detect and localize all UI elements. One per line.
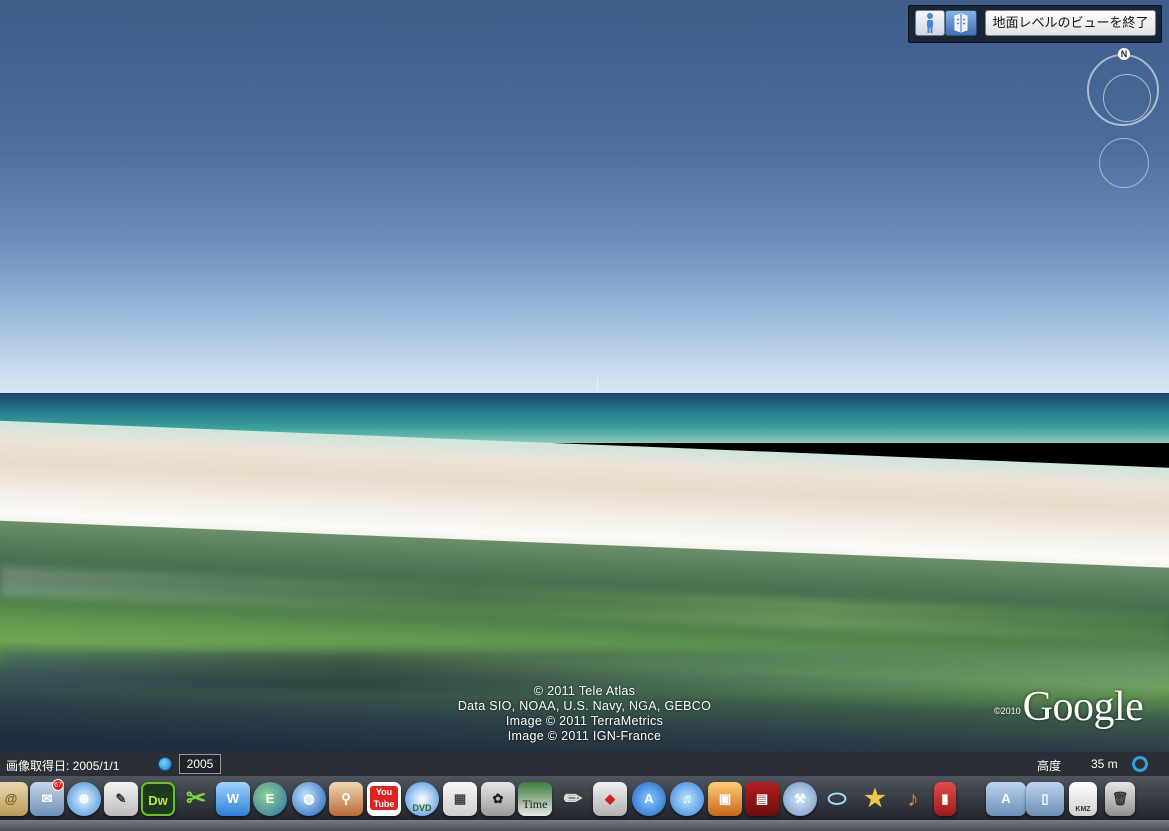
- street-view-button[interactable]: [915, 10, 945, 36]
- preview-icon[interactable]: ⚲: [329, 782, 363, 816]
- itunes-icon[interactable]: ♫: [670, 782, 704, 816]
- dock: @ ✉ 67 ⊕ ✎ Dw ✂ W E ◍ ⚲ You Tube DVD ▦ ✿…: [0, 776, 1169, 831]
- fetch-icon[interactable]: ✂: [179, 782, 213, 816]
- sticker-icon[interactable]: ◆: [593, 782, 627, 816]
- photo-viewer-icon[interactable]: ▤: [745, 782, 779, 816]
- earth-3d-view[interactable]: © 2011 Tele Atlas Data SIO, NOAA, U.S. N…: [0, 0, 1169, 752]
- dvd-label: DVD: [412, 803, 432, 813]
- dvd-player-icon[interactable]: DVD: [405, 782, 439, 816]
- dock-shelf: [0, 820, 1169, 831]
- status-bar: 画像取得日: 2005/1/1 2005 高度 35 m: [0, 752, 1169, 776]
- youtube-label: You Tube: [370, 786, 398, 810]
- iphoto-icon[interactable]: ✿: [481, 782, 515, 816]
- mail-badge: 67: [52, 779, 64, 791]
- time-label: Time: [522, 797, 548, 811]
- look-joystick-center[interactable]: [1103, 74, 1151, 122]
- image-capture-icon[interactable]: ▣: [708, 782, 742, 816]
- photo-booth-icon[interactable]: ▦: [443, 782, 477, 816]
- navigation-controls: N: [1085, 48, 1165, 198]
- north-button[interactable]: N: [1118, 48, 1130, 60]
- trash-icon[interactable]: 🗑: [1105, 782, 1135, 816]
- transmit-icon[interactable]: ⬭: [820, 782, 854, 816]
- youtube-icon[interactable]: You Tube: [367, 782, 401, 816]
- documents-folder-icon[interactable]: ▯: [1026, 782, 1064, 816]
- address-book-icon[interactable]: @: [0, 782, 28, 816]
- tool-icon[interactable]: ▮: [934, 782, 956, 816]
- kmz-file-icon[interactable]: KMZ: [1069, 782, 1097, 816]
- app-store-icon[interactable]: A: [632, 782, 666, 816]
- exit-ground-view-button[interactable]: 地面レベルのビューを終了: [985, 10, 1156, 36]
- imagery-date: 画像取得日: 2005/1/1: [6, 759, 120, 773]
- time-icon[interactable]: Time: [518, 782, 552, 816]
- ground-level-panel: 地面レベルのビューを終了: [908, 5, 1162, 43]
- streaming-status-icon: [1132, 756, 1148, 772]
- person-icon: [927, 13, 933, 33]
- safari-icon[interactable]: ⊕: [67, 782, 101, 816]
- xcode-icon[interactable]: ⚒: [783, 782, 817, 816]
- google-earth-icon[interactable]: E: [253, 782, 287, 816]
- google-logo: ©2010Google: [994, 683, 1144, 731]
- look-joystick[interactable]: [1087, 54, 1159, 126]
- script-editor-icon[interactable]: ✎: [104, 782, 138, 816]
- applications-folder-icon[interactable]: A: [986, 782, 1026, 816]
- pencil-icon[interactable]: ✏: [556, 782, 590, 816]
- altitude-label: 高度: [1037, 759, 1062, 773]
- ground-view-button[interactable]: [945, 10, 977, 36]
- imovie-icon[interactable]: ★: [858, 782, 892, 816]
- historical-imagery-clock-icon[interactable]: [158, 757, 172, 771]
- logo-wordmark: Google: [1022, 684, 1144, 730]
- dreamweaver-icon[interactable]: Dw: [141, 782, 175, 816]
- logo-year: ©2010: [994, 706, 1021, 716]
- historical-imagery-year[interactable]: 2005: [179, 754, 221, 774]
- google-earth-globe-icon[interactable]: ◍: [292, 782, 326, 816]
- wiki-icon[interactable]: W: [216, 782, 250, 816]
- sky: [0, 0, 1169, 395]
- kmz-label: KMZ: [1075, 806, 1091, 813]
- globe-view-icon: [954, 13, 968, 33]
- altitude-value: 35 m: [1091, 757, 1118, 771]
- horizon-marker: [597, 377, 598, 391]
- garageband-icon[interactable]: ♪: [896, 782, 930, 816]
- attribution-line: Image © 2011 IGN-France: [507, 729, 662, 743]
- move-joystick[interactable]: [1099, 138, 1149, 188]
